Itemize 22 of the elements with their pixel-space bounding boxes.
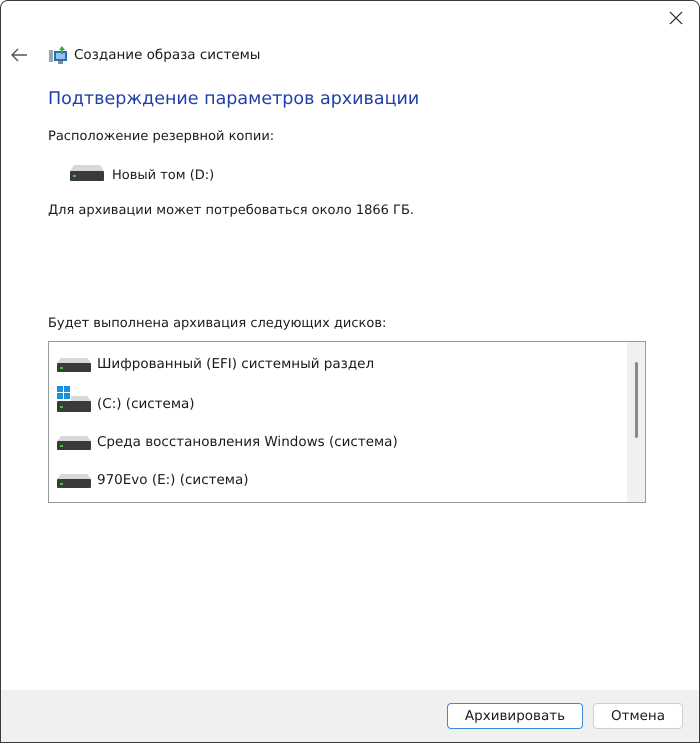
back-arrow-icon bbox=[10, 48, 28, 62]
size-note: Для архивации может потребоваться около 1866 ГБ. bbox=[48, 203, 416, 218]
disk-name[interactable]: Шифрованный (EFI) системный раздел bbox=[97, 356, 374, 372]
drive-icon bbox=[57, 358, 91, 372]
location-label: Расположение резервной копии: bbox=[48, 129, 276, 144]
cancel-button[interactable]: Отмена bbox=[593, 703, 683, 729]
disks-label: Будет выполнена архивация следующих дисков: bbox=[48, 316, 388, 331]
scrollbar[interactable] bbox=[627, 342, 645, 502]
page-heading: Подтверждение параметров архивации bbox=[48, 89, 420, 109]
drive-icon bbox=[57, 436, 91, 450]
close-icon bbox=[669, 11, 683, 25]
disk-name[interactable]: 970Evo (E:) (система) bbox=[97, 472, 249, 488]
drive-icon bbox=[70, 164, 104, 180]
drive-icon bbox=[57, 474, 91, 488]
disk-name[interactable]: Среда восстановления Windows (система) bbox=[97, 434, 398, 450]
archive-button[interactable]: Архивировать bbox=[447, 703, 583, 729]
scrollbar-thumb[interactable] bbox=[634, 362, 638, 438]
system-drive-icon bbox=[57, 386, 91, 412]
computer-icon bbox=[48, 45, 68, 65]
drive-name: Новый том (D:) bbox=[112, 168, 214, 183]
disk-name[interactable]: (C:) (система) bbox=[97, 396, 195, 412]
window-title: Создание образа системы bbox=[74, 47, 260, 63]
